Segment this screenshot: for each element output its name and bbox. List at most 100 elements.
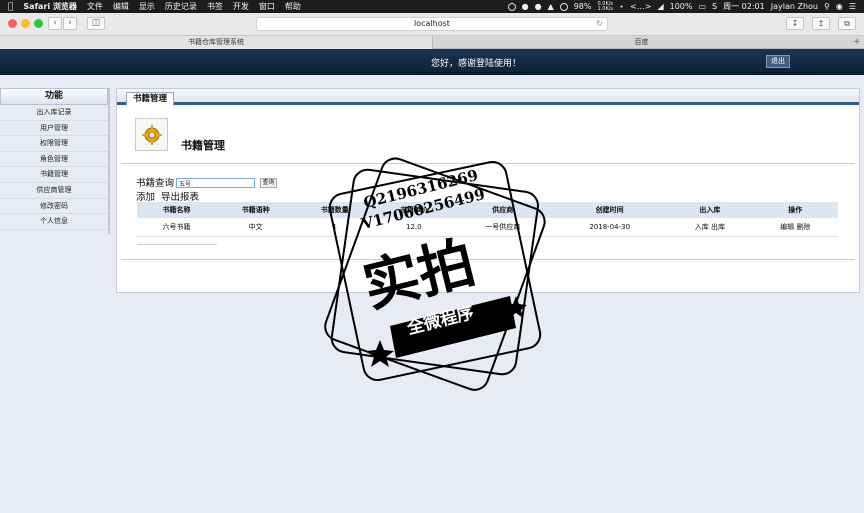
cell-quantity: 1 <box>295 218 375 237</box>
back-icon[interactable]: ‹ <box>48 17 62 30</box>
query-button[interactable]: 查询 <box>260 178 277 188</box>
code-icon[interactable]: <…> <box>630 2 651 11</box>
reload-icon[interactable]: ↻ <box>596 18 603 30</box>
macos-menubar:  Safari 浏览器 文件 编辑 显示 历史记录 书签 开发 窗口 帮助 ●… <box>0 0 864 13</box>
table-header-row: 书籍名称 书籍语种 书籍数量 书籍单价 供应商 创建时间 出入库 操作 <box>137 202 838 218</box>
cell-language: 中文 <box>216 218 296 237</box>
sidebar-item-change-password[interactable]: 修改密码 <box>0 199 108 215</box>
col-supplier: 供应商 <box>453 202 553 218</box>
tab-book-system[interactable]: 书籍仓库管理系统 <box>0 36 432 49</box>
siri-icon[interactable]: ◉ <box>836 2 843 11</box>
menu-develop[interactable]: 开发 <box>233 1 249 12</box>
cell-book-name: 六号书籍 <box>137 218 217 237</box>
cell-stock: 入库 出库 <box>667 218 753 237</box>
app-menu[interactable]: Safari 浏览器 <box>23 1 77 12</box>
menu-help[interactable]: 帮助 <box>285 1 301 12</box>
sidebar-item-roles[interactable]: 角色管理 <box>0 152 108 168</box>
col-book-name: 书籍名称 <box>137 202 217 218</box>
col-created: 创建时间 <box>552 202 668 218</box>
volume-percent: 100% <box>669 2 693 11</box>
col-price: 书籍单价 <box>374 202 454 218</box>
spotlight-icon[interactable]: ⚲ <box>824 2 830 11</box>
address-bar[interactable]: localhost ↻ <box>256 17 608 31</box>
sidebar: 功能 出入库记录 用户管理 权限管理 角色管理 书籍管理 供应商管理 修改密码 … <box>0 88 110 234</box>
s-icon[interactable]: S <box>712 2 717 11</box>
gear-icon <box>135 118 168 151</box>
sidebar-item-users[interactable]: 用户管理 <box>0 121 108 137</box>
welcome-text: 您好，感谢登陆使用！ <box>431 59 522 69</box>
close-window-button[interactable] <box>8 19 17 28</box>
sidebar-item-stock-records[interactable]: 出入库记录 <box>0 105 108 121</box>
app-header: 您好，感谢登陆使用！ 退出 <box>0 49 864 75</box>
user-name[interactable]: Jaylan Zhou <box>771 2 818 11</box>
divider <box>121 163 855 164</box>
sidebar-item-books[interactable]: 书籍管理 <box>0 167 108 183</box>
wifi-icon[interactable]: ◢ <box>657 2 663 11</box>
cell-price: 12.0 <box>374 218 454 237</box>
battery-percent: 98% <box>573 2 592 11</box>
page-title: 书籍管理 <box>181 139 225 152</box>
tab-baidu[interactable]: 百度 <box>432 36 850 49</box>
add-link[interactable]: 添加 <box>136 189 155 203</box>
tabs-overview-icon[interactable]: ⧉ <box>838 17 856 30</box>
wechat-icon[interactable]: ● <box>522 2 529 11</box>
bluetooth-icon[interactable]: ⋆ <box>619 2 624 11</box>
qq-icon[interactable]: ● <box>535 2 542 11</box>
stamp-banner-text: 全微程序 <box>405 302 477 339</box>
browser-tabs: 书籍仓库管理系统 百度 + <box>0 36 864 49</box>
table-footer-line <box>137 244 217 245</box>
forward-icon[interactable]: › <box>63 17 77 30</box>
stock-out-link[interactable]: 出库 <box>711 223 725 231</box>
new-tab-icon[interactable]: + <box>850 36 864 49</box>
col-language: 书籍语种 <box>216 202 296 218</box>
sidebar-item-permissions[interactable]: 权限管理 <box>0 136 108 152</box>
col-quantity: 书籍数量 <box>295 202 375 218</box>
net-down: 1.0K/s <box>597 5 614 12</box>
record-icon[interactable] <box>507 2 516 11</box>
cell-created: 2018-04-30 <box>552 218 668 237</box>
minimize-window-button[interactable] <box>21 19 30 28</box>
panel-tabbar: 书籍管理 <box>117 89 859 106</box>
tab-book-management[interactable]: 书籍管理 <box>126 92 175 106</box>
circle-icon[interactable] <box>559 2 568 11</box>
sidebar-item-profile[interactable]: 个人信息 <box>0 214 108 230</box>
menu-bookmarks[interactable]: 书签 <box>207 1 223 12</box>
sidebar-toggle-icon[interactable]: ◫ <box>87 17 105 30</box>
zoom-window-button[interactable] <box>34 19 43 28</box>
apple-icon[interactable]:  <box>8 2 13 12</box>
battery-icon[interactable]: ▭ <box>698 2 706 11</box>
url-text: localhost <box>414 19 450 28</box>
col-actions: 操作 <box>752 202 838 218</box>
network-speed: 0.0K/s 1.0K/s <box>597 1 614 12</box>
divider-bottom <box>121 259 855 260</box>
menu-file[interactable]: 文件 <box>87 1 103 12</box>
edit-link[interactable]: 编辑 <box>780 223 794 231</box>
bell-icon[interactable]: ▲ <box>548 2 554 11</box>
export-report-link[interactable]: 导出报表 <box>161 189 199 203</box>
list-icon[interactable]: ☰ <box>849 2 856 11</box>
star-icon-left <box>366 340 394 367</box>
books-table: 书籍名称 书籍语种 书籍数量 书籍单价 供应商 创建时间 出入库 操作 六号书籍… <box>137 202 838 237</box>
cell-actions: 编辑 删除 <box>752 218 838 237</box>
browser-toolbar: ‹ › ◫ localhost ↻ ↧ ↥ ⧉ <box>0 13 864 36</box>
status-area: ● ● ▲ 98% 0.0K/s 1.0K/s ⋆ <…> ◢ 100% ▭ S … <box>507 1 856 12</box>
delete-link[interactable]: 删除 <box>796 223 810 231</box>
query-label: 书籍查询 <box>136 178 175 189</box>
menu-window[interactable]: 窗口 <box>259 1 275 12</box>
menu-view[interactable]: 显示 <box>139 1 155 12</box>
cell-supplier: 一号供应商 <box>453 218 553 237</box>
download-icon[interactable]: ↧ <box>786 17 804 30</box>
book-search-input[interactable] <box>176 178 255 188</box>
sidebar-item-suppliers[interactable]: 供应商管理 <box>0 183 108 199</box>
col-stock: 出入库 <box>667 202 753 218</box>
table-row: 六号书籍 中文 1 12.0 一号供应商 2018-04-30 入库 出库 编辑… <box>137 218 838 237</box>
menu-history[interactable]: 历史记录 <box>165 1 197 12</box>
main-panel: 书籍管理 书籍管理 书籍查询 查询 添加 导出报表 书籍名称 书籍语种 书籍数量… <box>116 88 860 293</box>
sidebar-title: 功能 <box>0 88 108 105</box>
share-icon[interactable]: ↥ <box>812 17 830 30</box>
stamp-banner <box>390 296 516 358</box>
logout-button[interactable]: 退出 <box>766 55 790 68</box>
clock[interactable]: 周一 02:01 <box>723 1 765 12</box>
menu-edit[interactable]: 编辑 <box>113 1 129 12</box>
stock-in-link[interactable]: 入库 <box>695 223 709 231</box>
